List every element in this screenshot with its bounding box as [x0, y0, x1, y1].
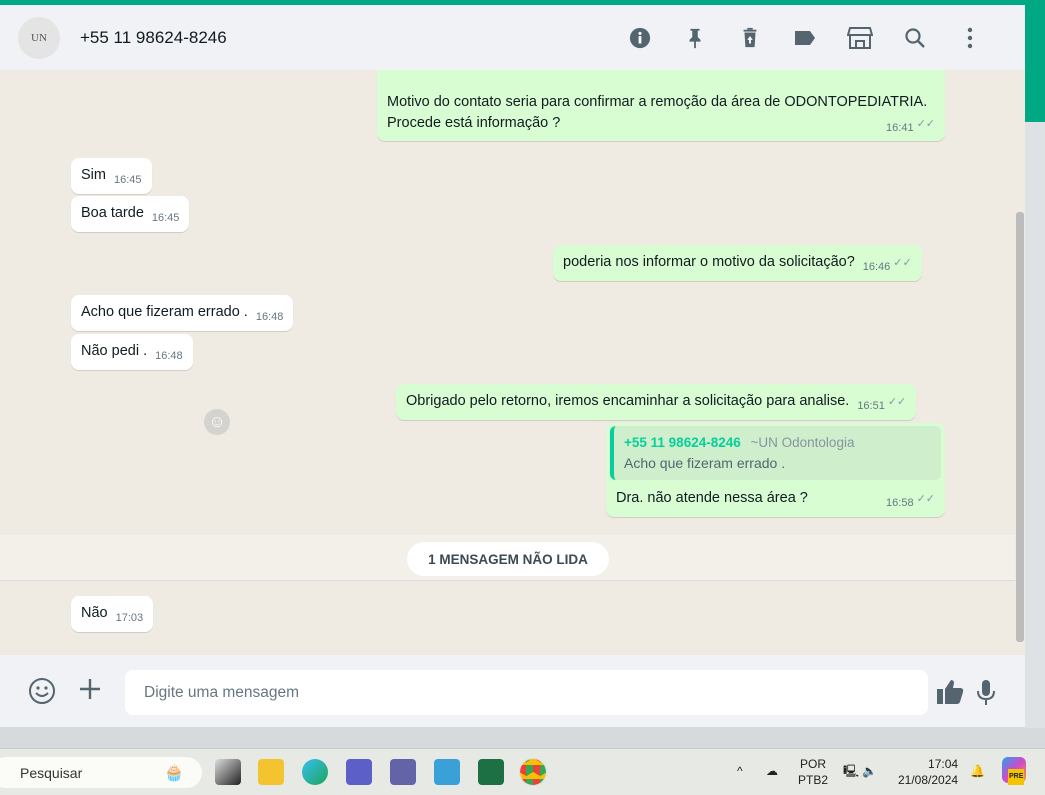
message-time: 16:58 [886, 497, 914, 509]
message-input[interactable]: Digite uma mensagem [125, 670, 928, 715]
store-icon[interactable] [832, 26, 887, 50]
clock[interactable]: 17:04 21/08/2024 [898, 756, 958, 788]
contact-name[interactable]: +55 11 98624-8246 [80, 28, 227, 48]
message-text: poderia nos informar o motivo da solicit… [563, 254, 855, 270]
message-time: 16:46 [862, 261, 891, 273]
windows-taskbar: Pesquisar 🧁 ^ ☁ POR PTB2 🖳 🔈 17:04 21/08/20… [0, 748, 1045, 795]
unread-badge: 1 MENSAGEM NÃO LIDA [407, 542, 609, 576]
onedrive-icon[interactable]: ☁ [766, 763, 778, 779]
double-check-icon: ✓✓ [916, 493, 935, 505]
double-check-icon: ✓✓ [916, 118, 935, 130]
message-time: 16:51 [857, 400, 885, 412]
message-text: Não pedi . [81, 343, 148, 359]
copilot-icon[interactable]: PRE [1002, 757, 1026, 785]
message-time: 16:48 [155, 350, 183, 362]
chrome-icon[interactable] [519, 758, 547, 786]
info-icon[interactable] [612, 27, 667, 49]
thumbs-up-icon[interactable] [936, 679, 964, 705]
menu-icon[interactable] [942, 27, 997, 49]
double-check-icon: ✓✓ [887, 396, 907, 408]
chat-header: UN +55 11 98624-8246 [0, 5, 1025, 70]
message-time: 16:45 [151, 212, 180, 224]
label-icon[interactable] [777, 29, 832, 47]
attach-plus-icon[interactable] [78, 677, 102, 701]
composer: Digite uma mensagem [0, 655, 1025, 727]
message-list[interactable]: Motivo do contato seria para confirmar a… [0, 70, 1025, 655]
avatar[interactable]: UN [18, 16, 60, 59]
quoted-message[interactable]: +55 11 98624-8246 ~UN Odontologia Acho q… [610, 426, 941, 480]
language-indicator[interactable]: POR PTB2 [798, 756, 828, 788]
task-view-icon[interactable] [215, 759, 241, 785]
notepad-icon[interactable] [434, 759, 460, 785]
message-outgoing-reply[interactable]: +55 11 98624-8246 ~UN Odontologia Acho q… [606, 423, 945, 517]
quoted-author: +55 11 98624-8246 [624, 435, 741, 450]
message-incoming[interactable]: Boa tarde 16:45 [71, 196, 190, 232]
message-text: Acho que fizeram errado . [81, 304, 248, 320]
message-outgoing[interactable]: Motivo do contato seria para confirmar a… [377, 70, 945, 141]
message-text: Boa tarde [81, 205, 144, 221]
message-text: Motivo do contato seria para confirmar a… [387, 94, 928, 131]
microphone-icon[interactable] [976, 679, 996, 707]
pin-icon[interactable] [667, 27, 722, 49]
background-gray [1025, 122, 1045, 728]
emoji-reaction-icon[interactable]: ☺ [204, 409, 230, 435]
copilot-badge: PRE [1008, 769, 1025, 785]
message-incoming[interactable]: Acho que fizeram errado . 16:48 [71, 295, 294, 331]
file-explorer-icon[interactable] [258, 759, 284, 785]
search-label: Pesquisar [20, 764, 83, 781]
delete-icon[interactable] [722, 27, 777, 49]
clock-date: 21/08/2024 [898, 773, 959, 787]
message-text: Dra. não atende nessa área ? [616, 490, 808, 506]
message-text: Obrigado pelo retorno, iremos encaminhar… [406, 393, 850, 409]
scrollbar[interactable] [1016, 212, 1024, 642]
message-text: Sim [81, 167, 106, 183]
language: POR [800, 757, 827, 771]
emoji-icon[interactable] [28, 677, 56, 705]
background-strip [1025, 0, 1045, 122]
message-outgoing[interactable]: poderia nos informar o motivo da solicit… [553, 245, 922, 281]
message-time: 16:45 [113, 174, 142, 186]
message-outgoing[interactable]: Obrigado pelo retorno, iremos encaminhar… [396, 384, 917, 420]
message-incoming[interactable]: Sim 16:45 [71, 158, 152, 194]
quoted-name: ~UN Odontologia [750, 435, 855, 450]
edge-icon[interactable] [302, 759, 328, 785]
search-decoration-icon: 🧁 [164, 764, 184, 782]
search-icon[interactable] [887, 27, 942, 49]
double-check-icon: ✓✓ [893, 257, 912, 269]
taskbar-search[interactable]: Pesquisar 🧁 [0, 757, 202, 788]
message-time: 16:41 [886, 122, 914, 134]
message-incoming[interactable]: Não pedi . 16:48 [71, 334, 193, 370]
message-time: 17:03 [115, 612, 144, 624]
message-time: 16:48 [255, 311, 284, 323]
notification-bell-icon[interactable]: 🔔 [970, 763, 985, 779]
network-volume-icon[interactable]: 🖳 🔈 [843, 763, 877, 779]
excel-icon[interactable] [478, 759, 504, 785]
keyboard-layout: PTB2 [798, 773, 829, 787]
tray-chevron-icon[interactable]: ^ [737, 763, 743, 779]
teams-new-icon[interactable] [390, 759, 416, 785]
quoted-text: Acho que fizeram errado . [624, 455, 786, 471]
message-text: Não [81, 605, 108, 621]
teams-icon[interactable] [346, 759, 372, 785]
clock-time: 17:04 [928, 757, 959, 771]
message-incoming[interactable]: Não 17:03 [71, 596, 154, 632]
